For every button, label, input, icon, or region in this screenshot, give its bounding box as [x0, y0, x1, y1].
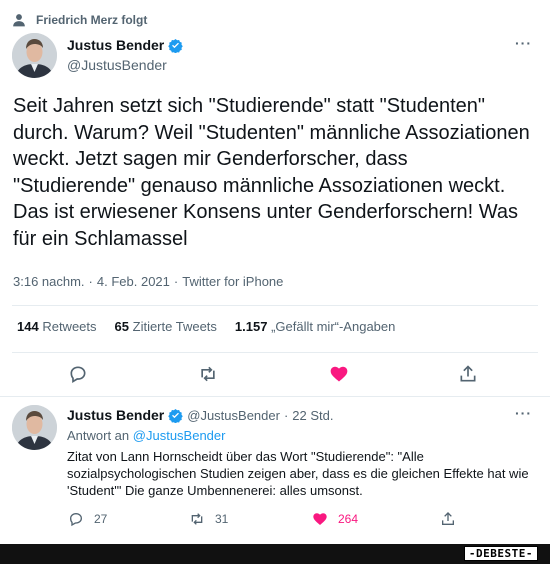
like-button[interactable]: 264 — [312, 511, 358, 527]
avatar[interactable] — [12, 405, 57, 450]
liked-heart-icon — [313, 513, 327, 525]
display-name[interactable]: Justus Bender — [67, 407, 164, 423]
tweet-meta: 3:16 nachm. · 4. Feb. 2021 · Twitter for… — [13, 274, 284, 289]
share-button[interactable] — [440, 511, 456, 527]
author-row[interactable]: Justus Bender — [67, 37, 183, 53]
person-icon — [13, 14, 25, 27]
verified-badge-icon — [168, 408, 183, 423]
display-name[interactable]: Justus Bender — [67, 37, 164, 53]
reply-text: Zitat von Lann Hornscheidt über das Wort… — [67, 449, 529, 498]
tweet-stats: 144 Retweets 65 Zitierte Tweets 1.157 „G… — [17, 319, 395, 334]
tweet-page: Friedrich Merz folgt Justus Bender @Just… — [0, 0, 550, 564]
handle[interactable]: @JustusBender — [67, 57, 167, 73]
tweet-actions — [0, 361, 550, 387]
divider — [0, 396, 550, 397]
tweet-date[interactable]: 4. Feb. 2021 — [97, 274, 170, 289]
verified-badge-icon — [168, 38, 183, 53]
replying-to-link[interactable]: @JustusBender — [133, 428, 226, 443]
handle[interactable]: @JustusBender — [187, 408, 280, 423]
retweet-icon — [191, 513, 203, 525]
retweets-stat[interactable]: 144 Retweets — [17, 319, 97, 334]
tweet-time[interactable]: 3:16 nachm. — [13, 274, 85, 289]
like-count: 264 — [338, 512, 359, 526]
reply-actions: 27 31 264 — [0, 509, 550, 531]
likes-stat[interactable]: 1.157 „Gefällt mir“-Angaben — [235, 319, 395, 334]
watermark-logo: -DEBESTE- — [463, 546, 538, 561]
liked-heart-icon[interactable] — [329, 364, 349, 384]
retweet-count: 31 — [215, 512, 229, 526]
social-context[interactable]: Friedrich Merz folgt — [12, 10, 147, 30]
retweet-icon[interactable] — [198, 364, 218, 384]
quotes-stat[interactable]: 65 Zitierte Tweets — [115, 319, 217, 334]
reply-count: 27 — [94, 512, 108, 526]
reply-time[interactable]: 22 Std. — [292, 408, 333, 423]
reply-icon — [69, 512, 83, 527]
share-icon[interactable] — [458, 364, 478, 384]
social-context-text: Friedrich Merz folgt — [36, 13, 148, 27]
divider — [12, 305, 538, 306]
tweet-source[interactable]: Twitter for iPhone — [182, 274, 283, 289]
reply-author-row[interactable]: Justus Bender @JustusBender · 22 Std. — [67, 407, 334, 423]
more-options-icon[interactable]: ··· — [515, 35, 532, 51]
share-icon — [442, 512, 454, 525]
more-options-icon[interactable]: ··· — [515, 405, 532, 421]
reply-icon[interactable] — [68, 364, 88, 384]
avatar[interactable] — [12, 33, 57, 78]
tweet-text: Seit Jahren setzt sich "Studierende" sta… — [13, 95, 530, 250]
replying-to: Antwort an @JustusBender — [67, 428, 226, 443]
reply-button[interactable]: 27 — [68, 511, 107, 527]
retweet-button[interactable]: 31 — [189, 511, 228, 527]
divider — [12, 352, 538, 353]
